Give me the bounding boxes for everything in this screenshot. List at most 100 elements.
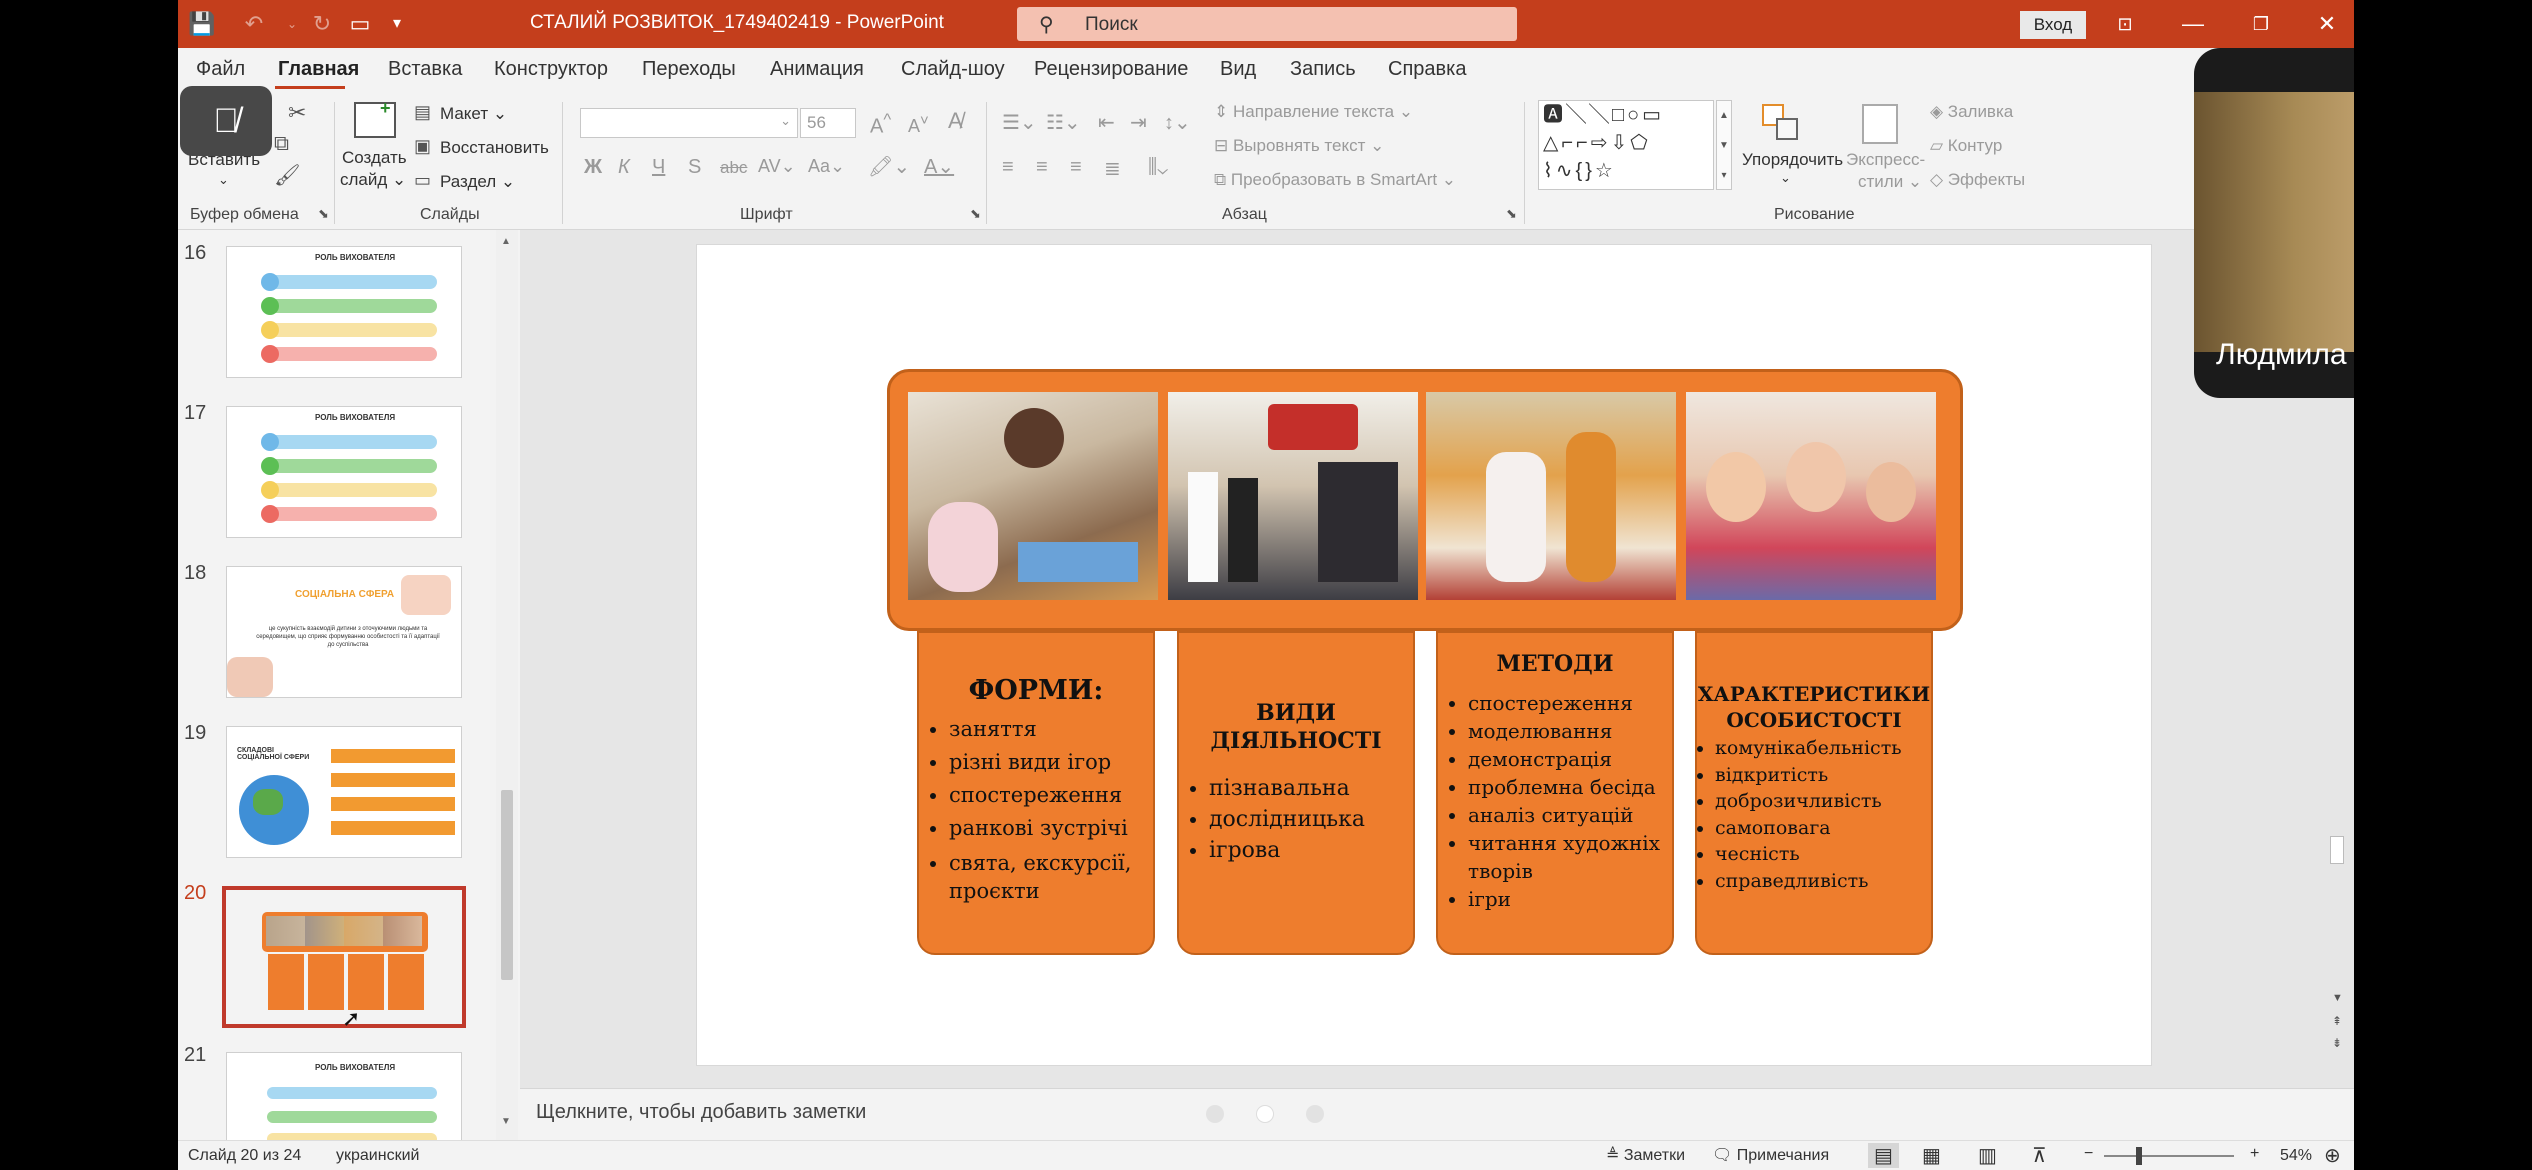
align-left-icon[interactable]: ≡ — [1002, 156, 1014, 179]
zoom-level[interactable]: 54% — [2280, 1147, 2312, 1165]
quick-styles-label-2[interactable]: стили ⌄ — [1858, 172, 1922, 192]
align-center-icon[interactable]: ≡ — [1036, 156, 1048, 179]
highlight-icon[interactable]: 🖍⌄ — [868, 154, 910, 179]
tab-view[interactable]: Вид — [1220, 58, 1256, 81]
tab-home[interactable]: Главная — [278, 58, 359, 81]
reading-view-icon[interactable]: ▥ — [1978, 1143, 1997, 1168]
shadow-button[interactable]: S — [688, 156, 701, 179]
new-slide-icon[interactable]: + — [354, 98, 396, 138]
arrange-button[interactable]: Упорядочить — [1742, 150, 1843, 170]
canvas-scroll-down-icon[interactable]: ▼ — [2332, 992, 2343, 1004]
present-icon[interactable]: ▭ — [346, 10, 374, 38]
cut-icon[interactable]: ✂ — [288, 100, 306, 126]
scroll-down-icon[interactable]: ▼ — [501, 1116, 511, 1127]
save-icon[interactable]: 💾 — [188, 10, 216, 38]
zoom-in-button[interactable]: + — [2250, 1145, 2259, 1163]
zoom-slider-thumb[interactable] — [2136, 1147, 2142, 1165]
text-direction-button[interactable]: ⇕ Направление текста ⌄ — [1214, 102, 1413, 122]
shapes-gallery[interactable]: 🅰╲╲□○▭ △⌐⌐⇨⇩⬠ ⌇∿{}☆ — [1538, 100, 1714, 190]
reset-button[interactable]: Восстановить — [440, 138, 549, 158]
font-size-select[interactable]: 56 — [800, 108, 856, 138]
grow-font-icon[interactable]: A^ — [870, 110, 891, 139]
ribbon-display-icon[interactable]: ⊡ — [2100, 6, 2150, 42]
tab-help[interactable]: Справка — [1388, 58, 1466, 81]
login-button[interactable]: Вход — [2020, 11, 2086, 39]
pager-dot[interactable] — [1206, 1105, 1224, 1123]
search-box[interactable]: ⚲ Поиск — [1017, 7, 1517, 41]
slide-thumbnail-19[interactable]: СКЛАДОВІ СОЦІАЛЬНОЇ СФЕРИ — [226, 726, 462, 858]
clipboard-launcher-icon[interactable]: ⬊ — [318, 206, 329, 222]
slideshow-view-icon[interactable]: ⊼ — [2032, 1143, 2047, 1168]
tab-insert[interactable]: Вставка — [388, 58, 462, 81]
bold-button[interactable]: Ж — [584, 156, 602, 179]
zoom-slider[interactable] — [2104, 1155, 2234, 1157]
shapes-scroll[interactable]: ▲ ▼ ▾ — [1716, 100, 1732, 190]
notes-placeholder[interactable]: Щелкните, чтобы добавить заметки — [536, 1101, 866, 1124]
pager-dot-active[interactable] — [1256, 1105, 1274, 1123]
font-color-icon[interactable]: A⌄ — [924, 154, 954, 179]
notes-toggle[interactable]: ≜ Заметки — [1606, 1145, 1685, 1165]
textbox-shape-icon[interactable]: 🅰╲╲□○▭ — [1543, 104, 1664, 126]
line-spacing-icon[interactable]: ↕⌄ — [1164, 110, 1191, 135]
arrange-dropdown-icon[interactable]: ⌄ — [1780, 170, 1791, 186]
close-icon[interactable]: ✕ — [2302, 6, 2352, 42]
numbering-icon[interactable]: ☷⌄ — [1046, 110, 1081, 135]
new-slide-button[interactable]: Создать — [342, 148, 407, 168]
current-slide[interactable]: ФОРМИ: заняття різні види ігор спостереж… — [696, 244, 2152, 1066]
font-family-select[interactable]: ⌄ — [580, 108, 798, 138]
customize-qat-icon[interactable]: ▾ — [383, 10, 411, 38]
tab-record[interactable]: Запись — [1290, 58, 1356, 81]
muted-mic-icon[interactable]: 🎙̸ — [180, 86, 272, 156]
justify-icon[interactable]: ≣ — [1104, 156, 1121, 181]
paste-dropdown-icon[interactable]: ⌄ — [218, 172, 229, 188]
tab-review[interactable]: Рецензирование — [1034, 58, 1188, 81]
layout-button[interactable]: Макет ⌄ — [440, 104, 507, 124]
columns-icon[interactable]: ⫼⌄ — [1148, 156, 1168, 179]
shape-outline-button[interactable]: ▱ Контур — [1930, 136, 2002, 156]
slide-thumbnail-16[interactable]: РОЛЬ ВИХОВАТЕЛЯ — [226, 246, 462, 378]
char-spacing-icon[interactable]: AV⌄ — [758, 156, 796, 177]
next-slide-icon[interactable]: ⇟ — [2332, 1036, 2342, 1050]
tab-design[interactable]: Конструктор — [494, 58, 608, 81]
section-button[interactable]: Раздел ⌄ — [440, 172, 515, 192]
align-text-button[interactable]: ⊟ Выровнять текст ⌄ — [1214, 136, 1384, 156]
copy-icon[interactable]: ⧉ — [274, 132, 289, 156]
restore-icon[interactable]: ❐ — [2236, 6, 2286, 42]
font-launcher-icon[interactable]: ⬊ — [970, 206, 981, 222]
shape-effects-button[interactable]: ◇ Эффекты — [1930, 170, 2025, 190]
italic-button[interactable]: К — [618, 156, 630, 179]
comments-toggle[interactable]: 🗨 Примечания — [1712, 1145, 1829, 1165]
align-right-icon[interactable]: ≡ — [1070, 156, 1082, 179]
shape-fill-button[interactable]: ◈ Заливка — [1930, 102, 2013, 122]
undo-dropdown-icon[interactable]: ⌄ — [278, 10, 306, 38]
bullets-icon[interactable]: ☰⌄ — [1002, 110, 1037, 135]
slide-sorter-icon[interactable]: ▦ — [1922, 1143, 1941, 1168]
slide-thumbnail-21[interactable]: РОЛЬ ВИХОВАТЕЛЯ — [226, 1052, 462, 1142]
shapes-row-3[interactable]: ⌇∿{}☆ — [1543, 160, 1616, 182]
smartart-button[interactable]: ⧉ Преобразовать в SmartArt ⌄ — [1214, 170, 1456, 190]
prev-slide-icon[interactable]: ⇞ — [2332, 1014, 2342, 1028]
redo-icon[interactable]: ↻ — [308, 10, 336, 38]
language-indicator[interactable]: украинский — [336, 1147, 419, 1165]
quick-styles-button[interactable]: Экспресс- — [1846, 150, 1925, 170]
slide-thumbnail-17[interactable]: РОЛЬ ВИХОВАТЕЛЯ — [226, 406, 462, 538]
canvas-scroll-thumb[interactable] — [2330, 836, 2344, 864]
thumbnails-scrollbar[interactable]: ▲ ▼ — [496, 230, 518, 1140]
scroll-thumb[interactable] — [501, 790, 513, 980]
underline-button[interactable]: Ч — [652, 156, 665, 179]
tab-slideshow[interactable]: Слайд-шоу — [901, 58, 1005, 81]
tab-file[interactable]: Файл — [196, 58, 245, 81]
shapes-row-2[interactable]: △⌐⌐⇨⇩⬠ — [1543, 132, 1651, 154]
change-case-icon[interactable]: Aa⌄ — [808, 156, 845, 177]
slide-thumbnail-18[interactable]: СОЦІАЛЬНА СФЕРА це сукупність взаємодій … — [226, 566, 462, 698]
clear-format-icon[interactable]: A̸ — [948, 108, 963, 134]
fit-to-window-icon[interactable]: ⊕ — [2324, 1143, 2341, 1168]
paragraph-launcher-icon[interactable]: ⬊ — [1506, 206, 1517, 222]
new-slide-label-2[interactable]: слайд ⌄ — [340, 170, 406, 190]
notes-pane[interactable]: Щелкните, чтобы добавить заметки — [520, 1088, 2354, 1140]
shrink-font-icon[interactable]: A˅ — [908, 112, 929, 137]
tab-transitions[interactable]: Переходы — [642, 58, 736, 81]
minimize-icon[interactable]: — — [2168, 6, 2218, 42]
normal-view-icon[interactable]: ▤ — [1868, 1143, 1899, 1168]
format-painter-icon[interactable]: 🖌 — [274, 164, 301, 188]
